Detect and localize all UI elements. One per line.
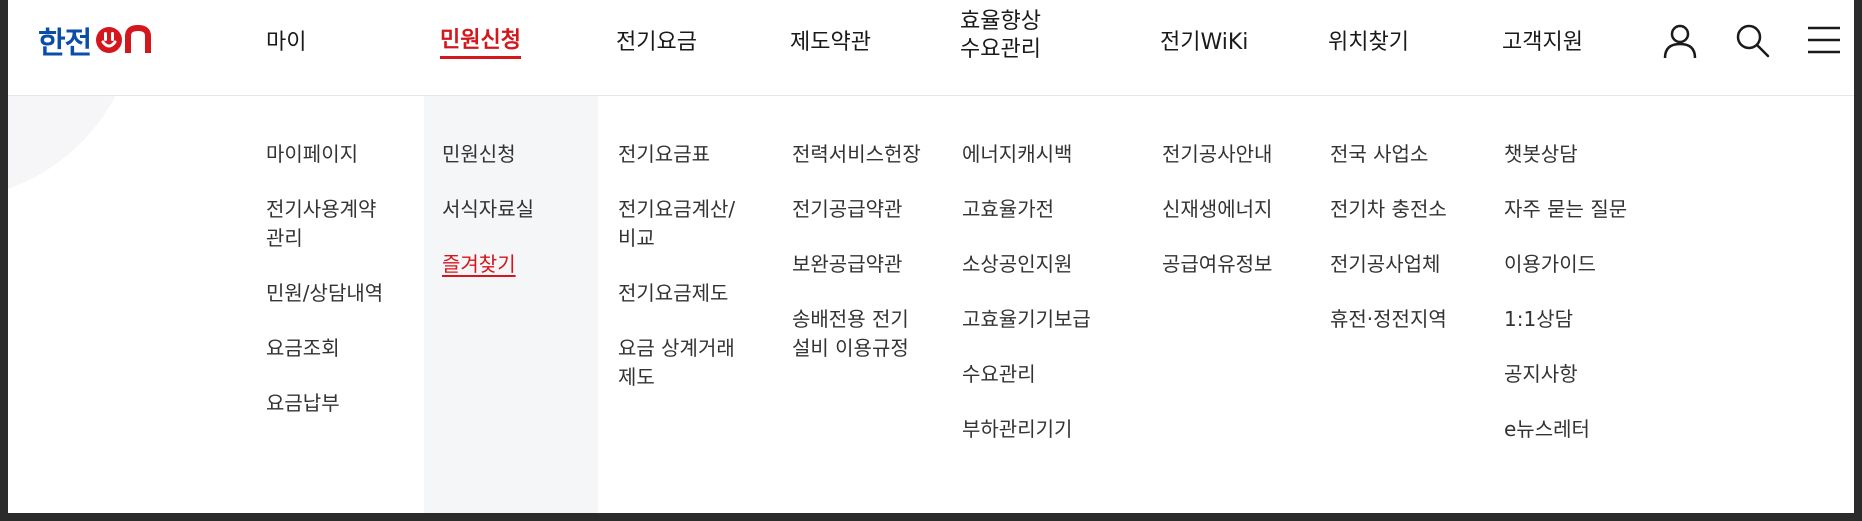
site-logo[interactable]: 한전: [38, 18, 164, 62]
menu-item[interactable]: 서식자료실: [442, 195, 534, 224]
menu-item[interactable]: 수요관리: [962, 360, 1091, 389]
site-header: 한전 마이 민원신청 전기요금 제도약관 효율향상 수요관리 전기WiKi 위치…: [8, 0, 1854, 96]
menu-item[interactable]: 민원/상담내역: [266, 279, 383, 308]
menu-item[interactable]: 요금 상계거래 제도: [618, 334, 735, 392]
menu-item[interactable]: 전력서비스헌장: [792, 140, 921, 169]
menu-item[interactable]: 전기요금제도: [618, 279, 735, 308]
menu-item[interactable]: 전기공사안내: [1162, 140, 1272, 169]
menu-item[interactable]: 민원신청: [442, 140, 534, 169]
logo-text: 한전: [38, 26, 92, 61]
menu-item[interactable]: 부하관리기기: [962, 415, 1091, 444]
menu-item[interactable]: 전기요금계산/ 비교: [618, 195, 735, 253]
mega-menu: 마이페이지 전기사용계약 관리 민원/상담내역 요금조회 요금납부 민원신청 서…: [8, 96, 1854, 513]
menu-item[interactable]: 이용가이드: [1504, 250, 1627, 279]
menu-item[interactable]: 전기요금표: [618, 140, 735, 169]
menu-item[interactable]: 전기사용계약 관리: [266, 195, 383, 253]
nav-location[interactable]: 위치찾기: [1328, 0, 1409, 80]
menu-item[interactable]: 신재생에너지: [1162, 195, 1272, 224]
menu-item[interactable]: 고효율기기보급: [962, 305, 1091, 334]
nav-efficiency-demand[interactable]: 효율향상 수요관리: [960, 8, 1041, 64]
menu-column-location: 전국 사업소 전기차 충전소 전기공사업체 휴전·정전지역: [1330, 140, 1447, 360]
nav-my[interactable]: 마이: [266, 0, 306, 80]
menu-item[interactable]: 전국 사업소: [1330, 140, 1447, 169]
menu-item[interactable]: 챗봇상담: [1504, 140, 1627, 169]
menu-item[interactable]: 소상공인지원: [962, 250, 1091, 279]
menu-item[interactable]: 마이페이지: [266, 140, 383, 169]
nav-customer-support[interactable]: 고객지원: [1502, 0, 1583, 80]
menu-item[interactable]: 보완공급약관: [792, 250, 921, 279]
menu-item[interactable]: 고효율가전: [962, 195, 1091, 224]
menu-item[interactable]: 전기차 충전소: [1330, 195, 1447, 224]
menu-item[interactable]: 공지사항: [1504, 360, 1627, 389]
app-window: 한전 마이 민원신청 전기요금 제도약관 효율향상 수요관리 전기WiKi 위치…: [8, 0, 1854, 513]
menu-item[interactable]: 공급여유정보: [1162, 250, 1272, 279]
menu-item[interactable]: 전기공사업체: [1330, 250, 1447, 279]
menu-item[interactable]: 휴전·정전지역: [1330, 305, 1447, 334]
menu-item-favorites[interactable]: 즐겨찾기: [442, 250, 534, 279]
nav-civil-petition[interactable]: 민원신청: [440, 0, 521, 80]
menu-item[interactable]: 1:1상담: [1504, 305, 1627, 334]
menu-column-my: 마이페이지 전기사용계약 관리 민원/상담내역 요금조회 요금납부: [266, 140, 383, 444]
menu-item[interactable]: 에너지캐시백: [962, 140, 1091, 169]
nav-electricity-rates[interactable]: 전기요금: [616, 0, 697, 80]
menu-column-terms: 전력서비스헌장 전기공급약관 보완공급약관 송배전용 전기 설비 이용규정: [792, 140, 921, 389]
menu-column-rates: 전기요금표 전기요금계산/ 비교 전기요금제도 요금 상계거래 제도: [618, 140, 735, 418]
menu-column-wiki: 전기공사안내 신재생에너지 공급여유정보: [1162, 140, 1272, 305]
menu-icon[interactable]: [1804, 20, 1844, 60]
menu-item[interactable]: 자주 묻는 질문: [1504, 195, 1627, 224]
menu-item[interactable]: e뉴스레터: [1504, 415, 1627, 444]
menu-item[interactable]: 요금납부: [266, 389, 383, 418]
menu-item[interactable]: 요금조회: [266, 334, 383, 363]
nav-terms[interactable]: 제도약관: [790, 0, 871, 80]
menu-column-civil-petition: 민원신청 서식자료실 즐겨찾기: [442, 140, 534, 305]
nav-wiki[interactable]: 전기WiKi: [1160, 0, 1248, 80]
menu-column-efficiency: 에너지캐시백 고효율가전 소상공인지원 고효율기기보급 수요관리 부하관리기기: [962, 140, 1091, 470]
search-icon[interactable]: [1732, 20, 1772, 60]
menu-item[interactable]: 송배전용 전기 설비 이용규정: [792, 305, 921, 363]
user-icon[interactable]: [1660, 20, 1700, 60]
menu-column-support: 챗봇상담 자주 묻는 질문 이용가이드 1:1상담 공지사항 e뉴스레터: [1504, 140, 1627, 470]
logo-on-mark-icon: [96, 25, 152, 53]
menu-item[interactable]: 전기공급약관: [792, 195, 921, 224]
